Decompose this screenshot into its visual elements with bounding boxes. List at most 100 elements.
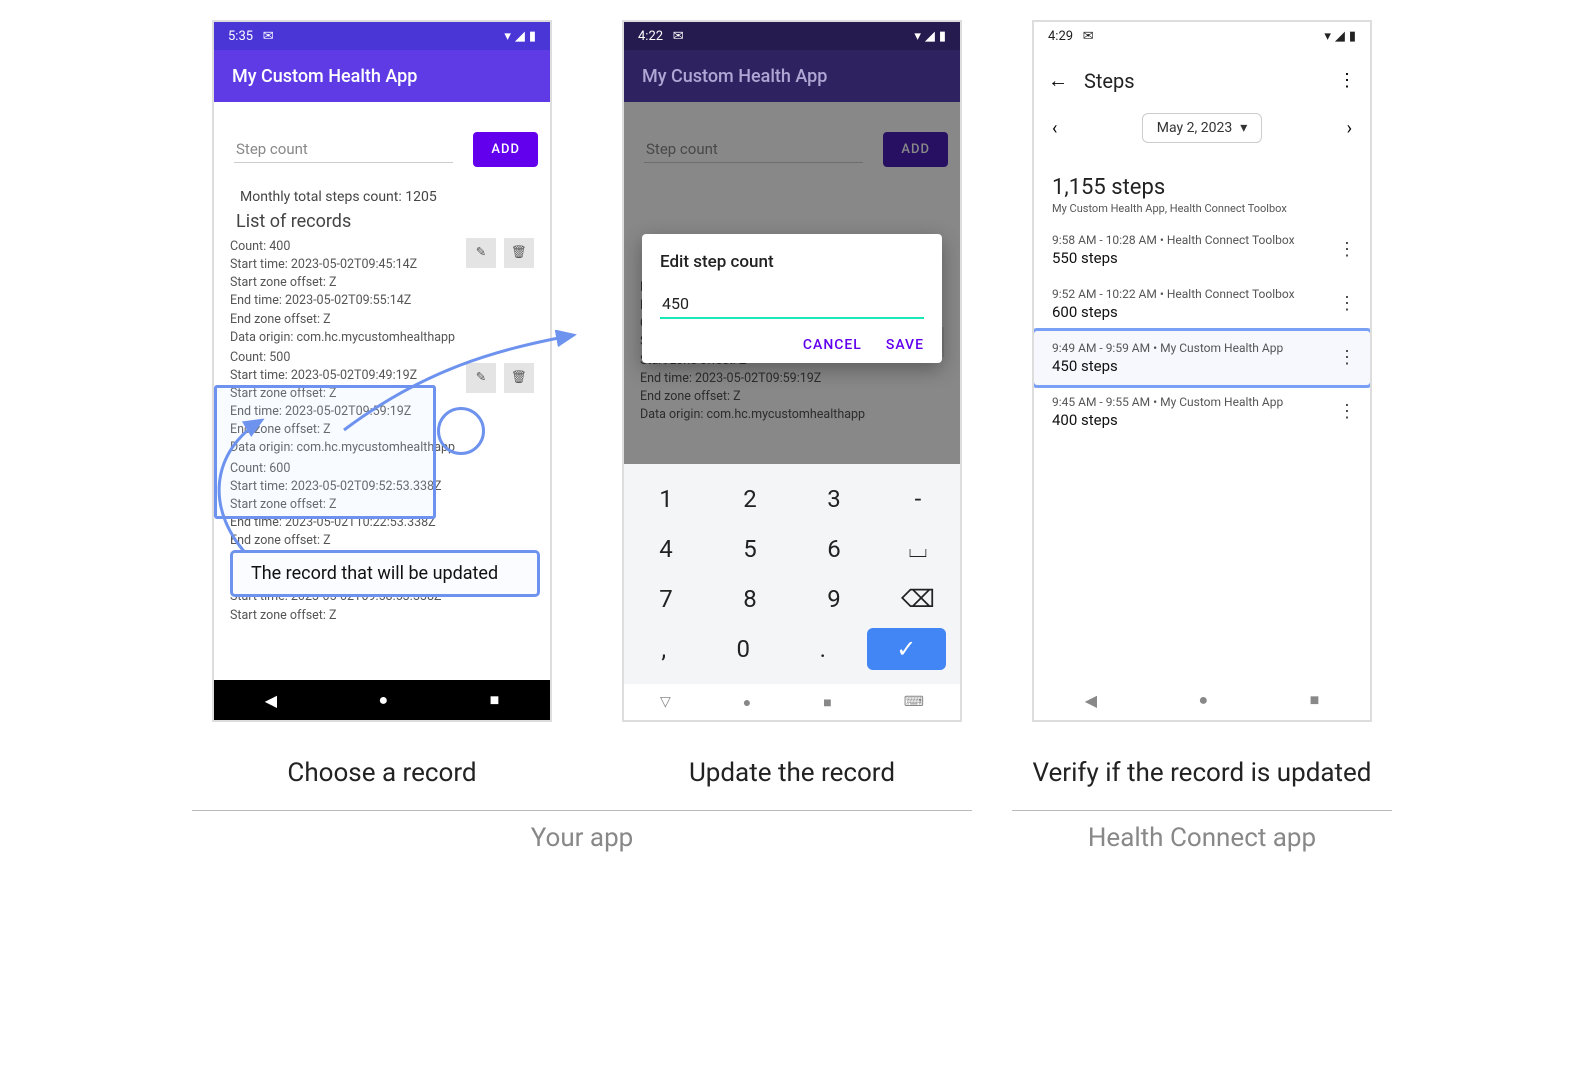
delete-button[interactable]: 🗑 bbox=[504, 363, 534, 393]
key-dash[interactable]: - bbox=[876, 474, 960, 524]
system-nav-bar: ▽ ● ■ ⌨ bbox=[624, 684, 960, 720]
record-item: ✎ 🗑 Count: 500 Start time: 2023-05-02T09… bbox=[230, 349, 538, 458]
delete-button[interactable]: 🗑 bbox=[504, 238, 534, 268]
record-field: End zone offset: Z bbox=[230, 311, 538, 329]
home-icon[interactable]: ● bbox=[378, 690, 388, 710]
annotation-callout: The record that will be updated bbox=[230, 550, 540, 597]
key-3[interactable]: 3 bbox=[792, 474, 876, 524]
edit-button[interactable]: ✎ bbox=[466, 238, 496, 268]
home-icon[interactable]: ● bbox=[743, 694, 751, 711]
phone-3: 4:29 ✉ ▾ ◢ ▮ ← Steps ⋮ ‹ May 2, 2023 ▾ bbox=[1032, 20, 1372, 722]
key-7[interactable]: 7 bbox=[624, 574, 708, 624]
save-button[interactable]: SAVE bbox=[886, 337, 924, 353]
add-button[interactable]: ADD bbox=[473, 132, 538, 167]
status-bar: 4:29 ✉ ▾ ◢ ▮ bbox=[1034, 22, 1370, 50]
status-bar: 5:35 ✉ ▾ ◢ ▮ bbox=[214, 22, 550, 50]
back-icon[interactable]: ▽ bbox=[660, 694, 671, 710]
entries-list: 9:58 AM - 10:28 AM • Health Connect Tool… bbox=[1034, 223, 1370, 439]
cancel-button[interactable]: CANCEL bbox=[803, 337, 862, 353]
step-count-input[interactable]: Step count bbox=[234, 136, 453, 163]
steps-entry[interactable]: 9:52 AM - 10:22 AM • Health Connect Tool… bbox=[1034, 277, 1370, 331]
dialog-value-input[interactable]: 450 bbox=[660, 290, 924, 319]
signal-icon: ◢ bbox=[515, 29, 525, 44]
annotation-text: The record that will be updated bbox=[251, 563, 498, 584]
caption-3: Verify if the record is updated bbox=[1033, 758, 1372, 788]
more-icon[interactable]: ⋮ bbox=[1338, 293, 1356, 314]
mail-icon: ✉ bbox=[1083, 29, 1094, 44]
key-backspace[interactable]: ⌫ bbox=[876, 574, 960, 624]
status-icons: ▾ ◢ ▮ bbox=[1324, 29, 1356, 44]
steps-entry[interactable]: 9:49 AM - 9:59 AM • My Custom Health App… bbox=[1034, 331, 1370, 385]
entry-value: 450 steps bbox=[1052, 357, 1352, 375]
app-title: My Custom Health App bbox=[642, 66, 827, 87]
next-date-button[interactable]: › bbox=[1347, 118, 1352, 139]
more-icon[interactable]: ⋮ bbox=[1338, 401, 1356, 422]
record-field: Data origin: com.hc.mycustomhealthapp bbox=[230, 439, 538, 457]
wifi-icon: ▾ bbox=[504, 29, 511, 44]
steps-entry[interactable]: 9:45 AM - 9:55 AM • My Custom Health App… bbox=[1034, 385, 1370, 439]
more-icon[interactable]: ⋮ bbox=[1338, 347, 1356, 368]
record-field: End time: 2023-05-02T09:59:19Z bbox=[640, 370, 948, 388]
key-5[interactable]: 5 bbox=[708, 524, 792, 574]
date-pill[interactable]: May 2, 2023 ▾ bbox=[1142, 113, 1262, 143]
key-9[interactable]: 9 bbox=[792, 574, 876, 624]
app-title: My Custom Health App bbox=[232, 66, 417, 87]
trash-icon: 🗑 bbox=[511, 369, 527, 387]
add-button[interactable]: ADD bbox=[883, 132, 948, 167]
phone-1: 5:35 ✉ ▾ ◢ ▮ My Custom Health App Step c… bbox=[212, 20, 552, 722]
prev-date-button[interactable]: ‹ bbox=[1052, 118, 1057, 139]
record-field: Start zone offset: Z bbox=[230, 607, 538, 625]
back-arrow-icon[interactable]: ← bbox=[1048, 68, 1068, 93]
record-field: Data origin: com.hc.mycustomhealthapp bbox=[230, 329, 538, 347]
date-label: May 2, 2023 bbox=[1157, 120, 1232, 136]
key-period[interactable]: . bbox=[783, 624, 863, 674]
recents-icon[interactable]: ■ bbox=[823, 694, 831, 711]
app-bar: My Custom Health App bbox=[214, 50, 550, 102]
record-field: Count: 600 bbox=[230, 460, 538, 478]
pencil-icon: ✎ bbox=[476, 244, 486, 262]
more-icon[interactable]: ⋮ bbox=[1338, 239, 1356, 260]
key-2[interactable]: 2 bbox=[708, 474, 792, 524]
record-field: End time: 2023-05-02T10:22:53.338Z bbox=[230, 514, 538, 532]
signal-icon: ◢ bbox=[1335, 29, 1345, 44]
key-0[interactable]: 0 bbox=[704, 624, 784, 674]
status-bar: 4:22 ✉ ▾ ◢ ▮ bbox=[624, 22, 960, 50]
record-field: End zone offset: Z bbox=[230, 532, 538, 550]
edit-step-count-dialog: Edit step count 450 CANCEL SAVE bbox=[642, 234, 942, 363]
key-comma[interactable]: , bbox=[624, 624, 704, 674]
more-icon[interactable]: ⋮ bbox=[1338, 70, 1356, 91]
phone-2: 4:22 ✉ ▾ ◢ ▮ My Custom Health App Step c… bbox=[622, 20, 962, 722]
back-icon[interactable]: ◀ bbox=[265, 691, 277, 710]
recents-icon[interactable]: ■ bbox=[1310, 690, 1320, 710]
entry-meta: 9:58 AM - 10:28 AM • Health Connect Tool… bbox=[1052, 233, 1352, 247]
back-icon[interactable]: ◀ bbox=[1085, 691, 1097, 710]
entry-value: 600 steps bbox=[1052, 303, 1352, 321]
key-done[interactable]: ✓ bbox=[867, 628, 947, 670]
key-space[interactable]: ⌴ bbox=[876, 524, 960, 574]
column-verify-record: 4:29 ✉ ▾ ◢ ▮ ← Steps ⋮ ‹ May 2, 2023 ▾ bbox=[1032, 20, 1372, 788]
status-icons: ▾ ◢ ▮ bbox=[914, 29, 946, 44]
page-title: Steps bbox=[1084, 69, 1322, 93]
recents-icon[interactable]: ■ bbox=[490, 690, 500, 710]
keyboard-icon[interactable]: ⌨ bbox=[904, 694, 924, 710]
steps-entry[interactable]: 9:58 AM - 10:28 AM • Health Connect Tool… bbox=[1034, 223, 1370, 277]
entry-meta: 9:45 AM - 9:55 AM • My Custom Health App bbox=[1052, 395, 1352, 409]
date-selector: ‹ May 2, 2023 ▾ › bbox=[1034, 99, 1370, 157]
status-time: 5:35 bbox=[228, 29, 253, 44]
wifi-icon: ▾ bbox=[1324, 29, 1331, 44]
home-icon[interactable]: ● bbox=[1198, 690, 1208, 710]
mail-icon: ✉ bbox=[263, 29, 274, 44]
status-time: 4:29 bbox=[1048, 29, 1073, 44]
key-6[interactable]: 6 bbox=[792, 524, 876, 574]
key-4[interactable]: 4 bbox=[624, 524, 708, 574]
key-8[interactable]: 8 bbox=[708, 574, 792, 624]
key-1[interactable]: 1 bbox=[624, 474, 708, 524]
summary-subtitle: My Custom Health App, Health Connect Too… bbox=[1052, 202, 1352, 215]
caption-2: Update the record bbox=[689, 758, 895, 788]
edit-button[interactable]: ✎ bbox=[466, 363, 496, 393]
monthly-total-label: Monthly total steps count: 1205 bbox=[240, 189, 538, 205]
column-update-record: 4:22 ✉ ▾ ◢ ▮ My Custom Health App Step c… bbox=[622, 20, 962, 788]
record-field: Start zone offset: Z bbox=[230, 496, 538, 514]
record-field: End time: 2023-05-02T09:59:19Z bbox=[230, 403, 538, 421]
step-count-input[interactable]: Step count bbox=[644, 136, 863, 163]
